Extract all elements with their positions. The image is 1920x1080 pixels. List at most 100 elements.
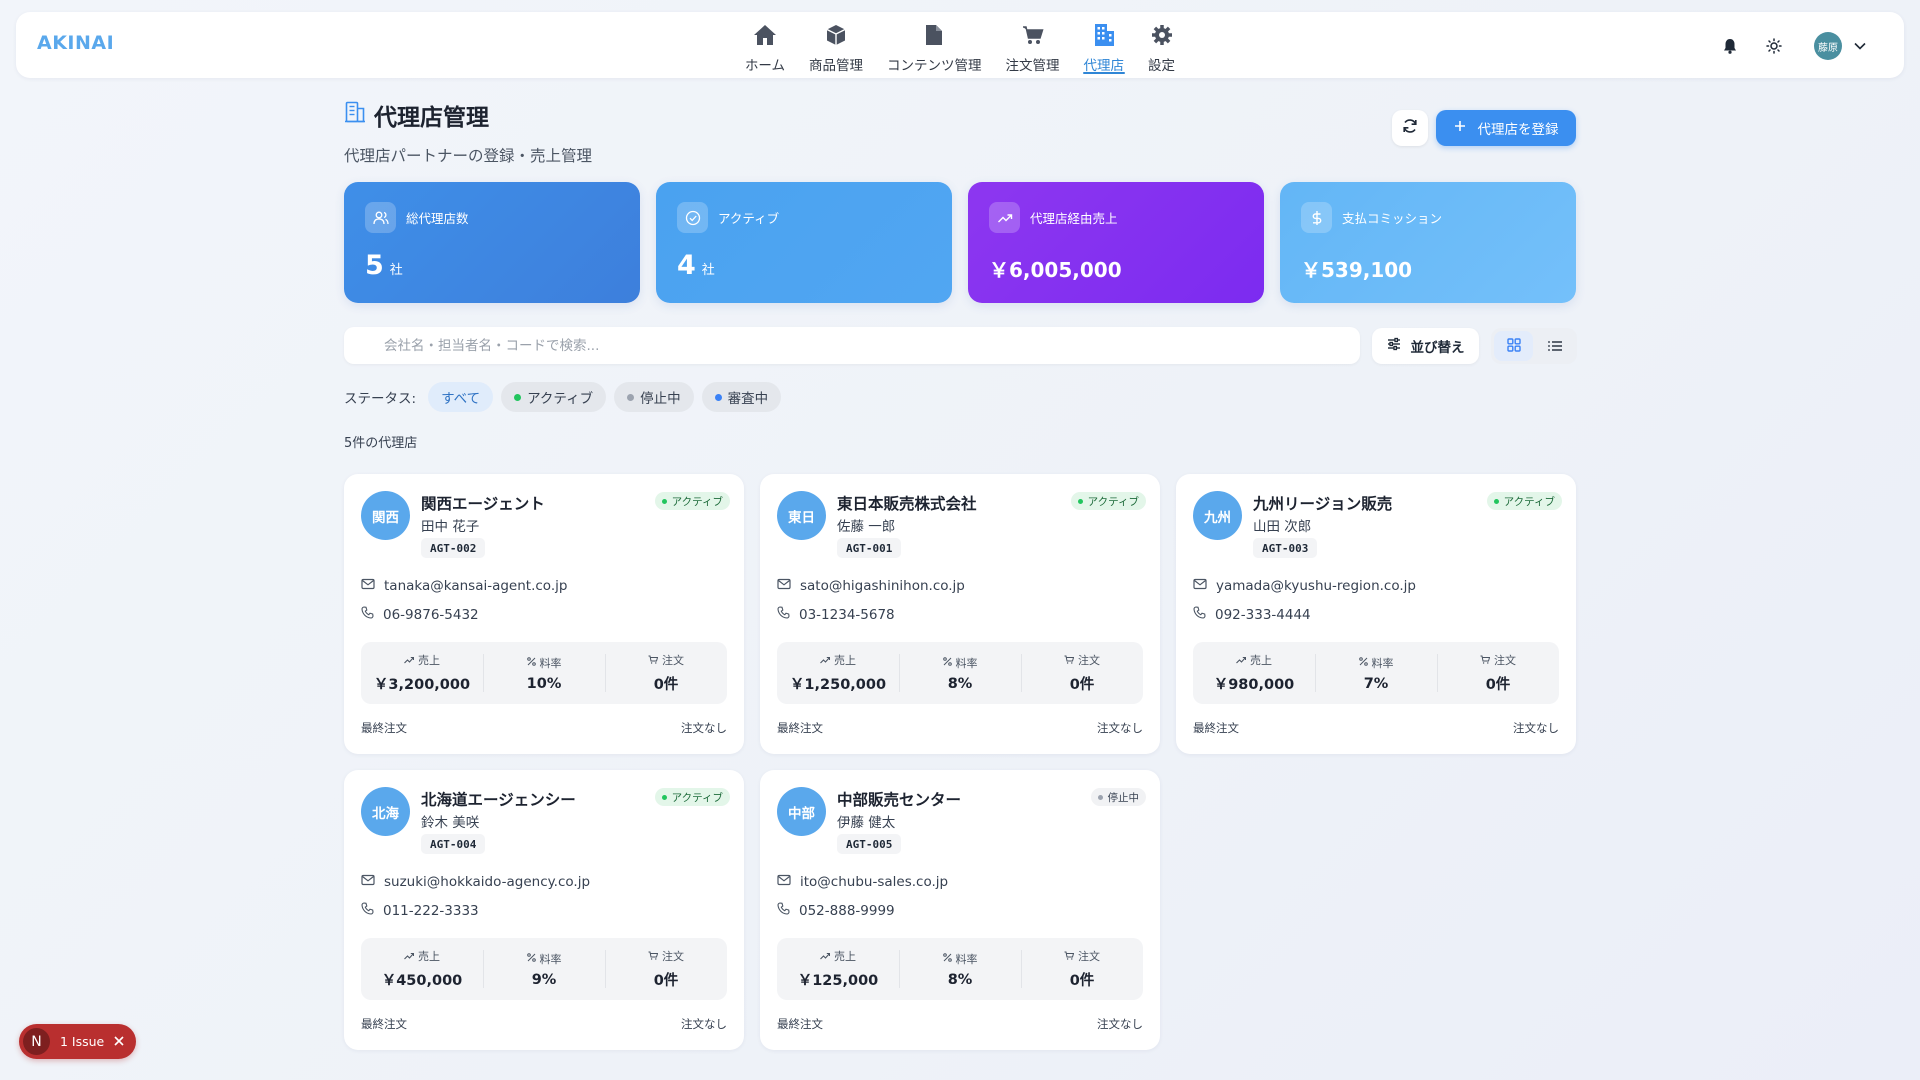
- filter-chip-all[interactable]: すべて: [428, 382, 494, 412]
- agency-phone[interactable]: 06-9876-5432: [361, 606, 479, 623]
- close-icon[interactable]: [114, 1034, 124, 1049]
- last-order-label: 最終注文: [777, 1017, 823, 1031]
- status-dot: [1097, 794, 1103, 800]
- user-avatar[interactable]: 藤原: [1814, 32, 1842, 60]
- agency-email[interactable]: ito@chubu-sales.co.jp: [777, 874, 948, 890]
- users-icon: [365, 202, 396, 233]
- stat-rate: 料率 7%: [1315, 642, 1437, 704]
- bell-icon[interactable]: [1716, 32, 1744, 60]
- status-badge: 停止中: [1090, 788, 1146, 806]
- building-icon: [344, 101, 366, 129]
- plus-icon: [1454, 120, 1466, 136]
- percent-icon: [526, 952, 536, 965]
- agency-card[interactable]: 九州 九州リージョン販売 山田 次郎 AGT-003 アクティブ yamada@kyush…: [1176, 474, 1576, 754]
- agency-name[interactable]: 九州リージョン販売: [1253, 492, 1392, 514]
- last-order-value: 注文なし: [1097, 1017, 1143, 1031]
- agency-card[interactable]: 中部 中部販売センター 伊藤 健太 AGT-005 停止中 ito@chubu-sales…: [760, 770, 1160, 1050]
- nav-item-home[interactable]: ホーム: [733, 18, 797, 76]
- sort-button[interactable]: 並び替え: [1372, 328, 1479, 364]
- stat-card-active: アクティブ 4社: [656, 182, 952, 303]
- agency-card[interactable]: 関西 関西エージェント 田中 花子 AGT-002 アクティブ tanaka@kansai…: [344, 474, 744, 754]
- agency-email[interactable]: sato@higashinihon.co.jp: [777, 578, 965, 594]
- agency-avatar: 九州: [1193, 491, 1242, 540]
- stat-sales: 売上 ￥1,250,000: [789, 654, 887, 693]
- trending-up-icon: [820, 950, 831, 963]
- filter-chip-paused[interactable]: 停止中: [614, 382, 694, 412]
- agency-name[interactable]: 東日本販売株式会社: [837, 492, 977, 514]
- list-view-button[interactable]: [1535, 331, 1574, 361]
- issue-logo: N: [23, 1028, 50, 1055]
- file-icon: [921, 22, 947, 48]
- agency-footer: 最終注文 注文なし: [1193, 720, 1559, 736]
- agency-name[interactable]: 北海道エージェンシー: [421, 788, 576, 810]
- nav-item-label: ホーム: [744, 58, 786, 74]
- agency-email[interactable]: tanaka@kansai-agent.co.jp: [361, 578, 567, 594]
- status-dot: [514, 393, 522, 401]
- nav-item-settings[interactable]: 設定: [1136, 18, 1187, 76]
- stat-card-agency-sales: 代理店経由売上 ￥6,005,000: [968, 182, 1264, 303]
- stat-sales: 売上 ￥125,000: [797, 950, 879, 989]
- agency-footer: 最終注文 注文なし: [777, 1016, 1143, 1032]
- nav-item-products[interactable]: 商品管理: [797, 18, 875, 76]
- sliders-icon: [1387, 337, 1401, 355]
- nav-item-orders[interactable]: 注文管理: [994, 18, 1072, 76]
- nav-item-label: 設定: [1148, 58, 1176, 74]
- result-count: 5件の代理店: [344, 436, 418, 451]
- trending-up-icon: [1236, 654, 1247, 667]
- search-input[interactable]: [384, 337, 1360, 354]
- nav-item-agencies[interactable]: 代理店: [1072, 18, 1137, 76]
- agency-name[interactable]: 関西エージェント: [421, 492, 545, 514]
- last-order-label: 最終注文: [777, 721, 823, 735]
- percent-icon: [942, 952, 952, 965]
- agency-card[interactable]: 北海 北海道エージェンシー 鈴木 美咲 AGT-004 アクティブ suzuki@hokk…: [344, 770, 744, 1050]
- issue-badge[interactable]: N 1 Issue: [19, 1024, 137, 1059]
- status-badge: アクティブ: [654, 788, 730, 806]
- sort-label: 並び替え: [1410, 340, 1465, 356]
- last-order-label: 最終注文: [361, 1017, 407, 1031]
- chevron-down-icon[interactable]: [1846, 32, 1874, 60]
- view-toggle: [1491, 328, 1577, 364]
- last-order-label: 最終注文: [361, 721, 407, 735]
- last-order-value: 注文なし: [681, 721, 727, 735]
- nav-item-content[interactable]: コンテンツ管理: [875, 18, 994, 76]
- agency-phone[interactable]: 03-1234-5678: [777, 606, 895, 623]
- last-order-value: 注文なし: [681, 1017, 727, 1031]
- stat-rate: 料率 10%: [483, 642, 605, 704]
- issue-label: 1 Issue: [60, 1034, 105, 1049]
- stat-value: 4社: [677, 250, 715, 281]
- agency-stats: 売上 ￥450,000 料率 9% 注文 0件: [361, 938, 727, 1000]
- agency-avatar: 中部: [777, 787, 826, 836]
- agency-stats: 売上 ￥1,250,000 料率 8% 注文 0件: [777, 642, 1143, 704]
- nav-actions: 藤原: [1716, 32, 1874, 60]
- stat-value: ￥539,100: [1301, 258, 1413, 282]
- stat-orders: 注文 0件: [1437, 642, 1559, 704]
- agency-phone[interactable]: 052-888-9999: [777, 902, 895, 919]
- stat-orders: 注文 0件: [1021, 938, 1143, 1000]
- nav-menu: ホーム 商品管理 コンテンツ管理 注文管理 代理店 設定: [16, 18, 1904, 76]
- grid-view-button[interactable]: [1494, 331, 1533, 361]
- mail-icon: [777, 578, 791, 594]
- percent-icon: [1358, 656, 1368, 669]
- nav-item-label: 注文管理: [1005, 58, 1060, 74]
- stat-value: 5社: [365, 250, 403, 281]
- nav-item-label: コンテンツ管理: [887, 58, 982, 74]
- refresh-button[interactable]: [1392, 110, 1428, 146]
- filter-chip-active[interactable]: アクティブ: [501, 382, 607, 412]
- stat-label: 支払コミッション: [1342, 211, 1443, 226]
- agency-card[interactable]: 東日 東日本販売株式会社 佐藤 一郎 AGT-001 アクティブ sato@higashi…: [760, 474, 1160, 754]
- agency-email[interactable]: yamada@kyushu-region.co.jp: [1193, 578, 1416, 594]
- agency-phone[interactable]: 092-333-4444: [1193, 606, 1311, 623]
- theme-toggle-sun-icon[interactable]: [1760, 32, 1788, 60]
- status-badge: アクティブ: [1486, 492, 1562, 510]
- phone-icon: [361, 902, 374, 919]
- status-dot: [627, 393, 635, 401]
- agency-email[interactable]: suzuki@hokkaido-agency.co.jp: [361, 874, 590, 890]
- check-circle-icon: [677, 202, 708, 233]
- percent-icon: [526, 656, 536, 669]
- stat-rate: 料率 8%: [899, 938, 1021, 1000]
- filter-chip-review[interactable]: 審査中: [701, 382, 782, 412]
- register-agency-button[interactable]: 代理店を登録: [1436, 110, 1576, 146]
- agency-phone[interactable]: 011-222-3333: [361, 902, 479, 919]
- agency-name[interactable]: 中部販売センター: [837, 788, 961, 810]
- agency-contact-person: 山田 次郎: [1253, 519, 1312, 535]
